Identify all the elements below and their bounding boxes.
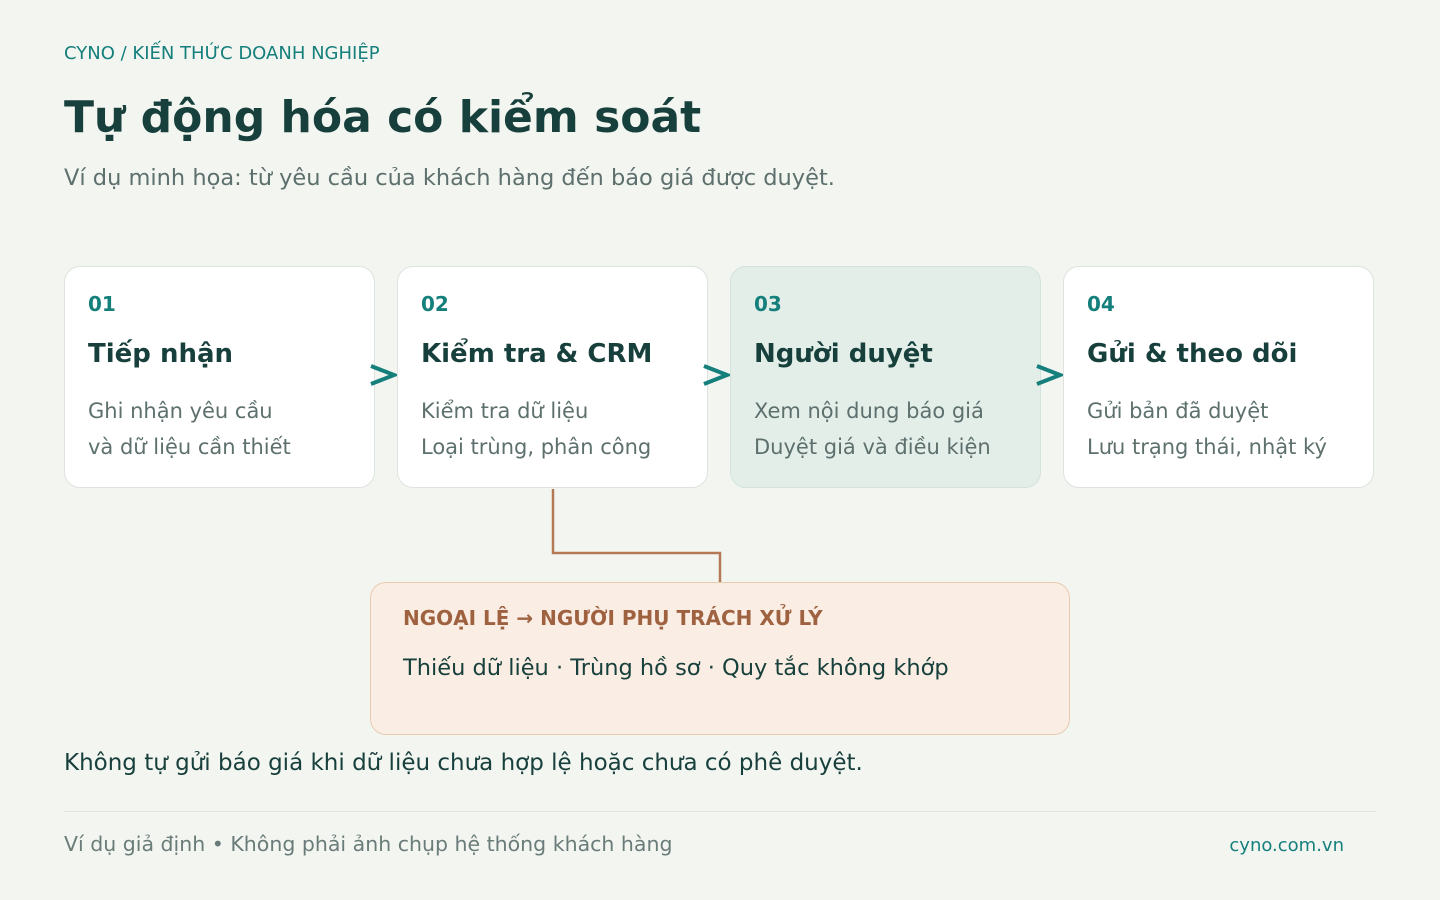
exception-items: Thiếu dữ liệu · Trùng hồ sơ · Quy tắc kh…	[403, 655, 949, 681]
step-description-line: Ghi nhận yêu cầu	[88, 399, 273, 423]
step-card-2: 02 Kiểm tra & CRM Kiểm tra dữ liệu Loại …	[397, 266, 708, 488]
chevron-right-icon	[1036, 364, 1064, 386]
policy-note: Không tự gửi báo giá khi dữ liệu chưa hợ…	[64, 750, 863, 776]
exception-title: NGOẠI LỆ → NGƯỜI PHỤ TRÁCH XỬ LÝ	[403, 606, 823, 630]
step-description-line: Loại trùng, phân công	[421, 435, 652, 459]
step-description-line: Xem nội dung báo giá	[754, 399, 984, 423]
step-description-line: Kiểm tra dữ liệu	[421, 399, 589, 423]
step-number: 04	[1087, 292, 1115, 316]
step-number: 02	[421, 292, 449, 316]
step-title: Kiểm tra & CRM	[421, 339, 653, 369]
step-description-line: Gửi bản đã duyệt	[1087, 399, 1269, 423]
exception-box: NGOẠI LỆ → NGƯỜI PHỤ TRÁCH XỬ LÝ Thiếu d…	[370, 582, 1070, 735]
step-card-4: 04 Gửi & theo dõi Gửi bản đã duyệt Lưu t…	[1063, 266, 1374, 488]
step-description-line: Duyệt giá và điều kiện	[754, 435, 991, 459]
step-title: Người duyệt	[754, 339, 933, 369]
breadcrumb: CYNO / KIẾN THỨC DOANH NGHIỆP	[64, 43, 380, 64]
step-description-line: và dữ liệu cần thiết	[88, 435, 291, 459]
footer-divider	[64, 811, 1376, 812]
page-title: Tự động hóa có kiểm soát	[64, 92, 702, 143]
step-number: 03	[754, 292, 782, 316]
step-title: Tiếp nhận	[88, 339, 234, 369]
step-card-3: 03 Người duyệt Xem nội dung báo giá Duyệ…	[730, 266, 1041, 488]
step-number: 01	[88, 292, 116, 316]
footer-disclaimer: Ví dụ giả định • Không phải ảnh chụp hệ …	[64, 832, 673, 856]
footer-website-link[interactable]: cyno.com.vn	[1229, 835, 1344, 856]
step-title: Gửi & theo dõi	[1087, 339, 1298, 369]
chevron-right-icon	[703, 364, 731, 386]
step-card-1: 01 Tiếp nhận Ghi nhận yêu cầu và dữ liệu…	[64, 266, 375, 488]
page-subtitle: Ví dụ minh họa: từ yêu cầu của khách hàn…	[64, 165, 835, 191]
step-description-line: Lưu trạng thái, nhật ký	[1087, 435, 1327, 459]
chevron-right-icon	[370, 364, 398, 386]
